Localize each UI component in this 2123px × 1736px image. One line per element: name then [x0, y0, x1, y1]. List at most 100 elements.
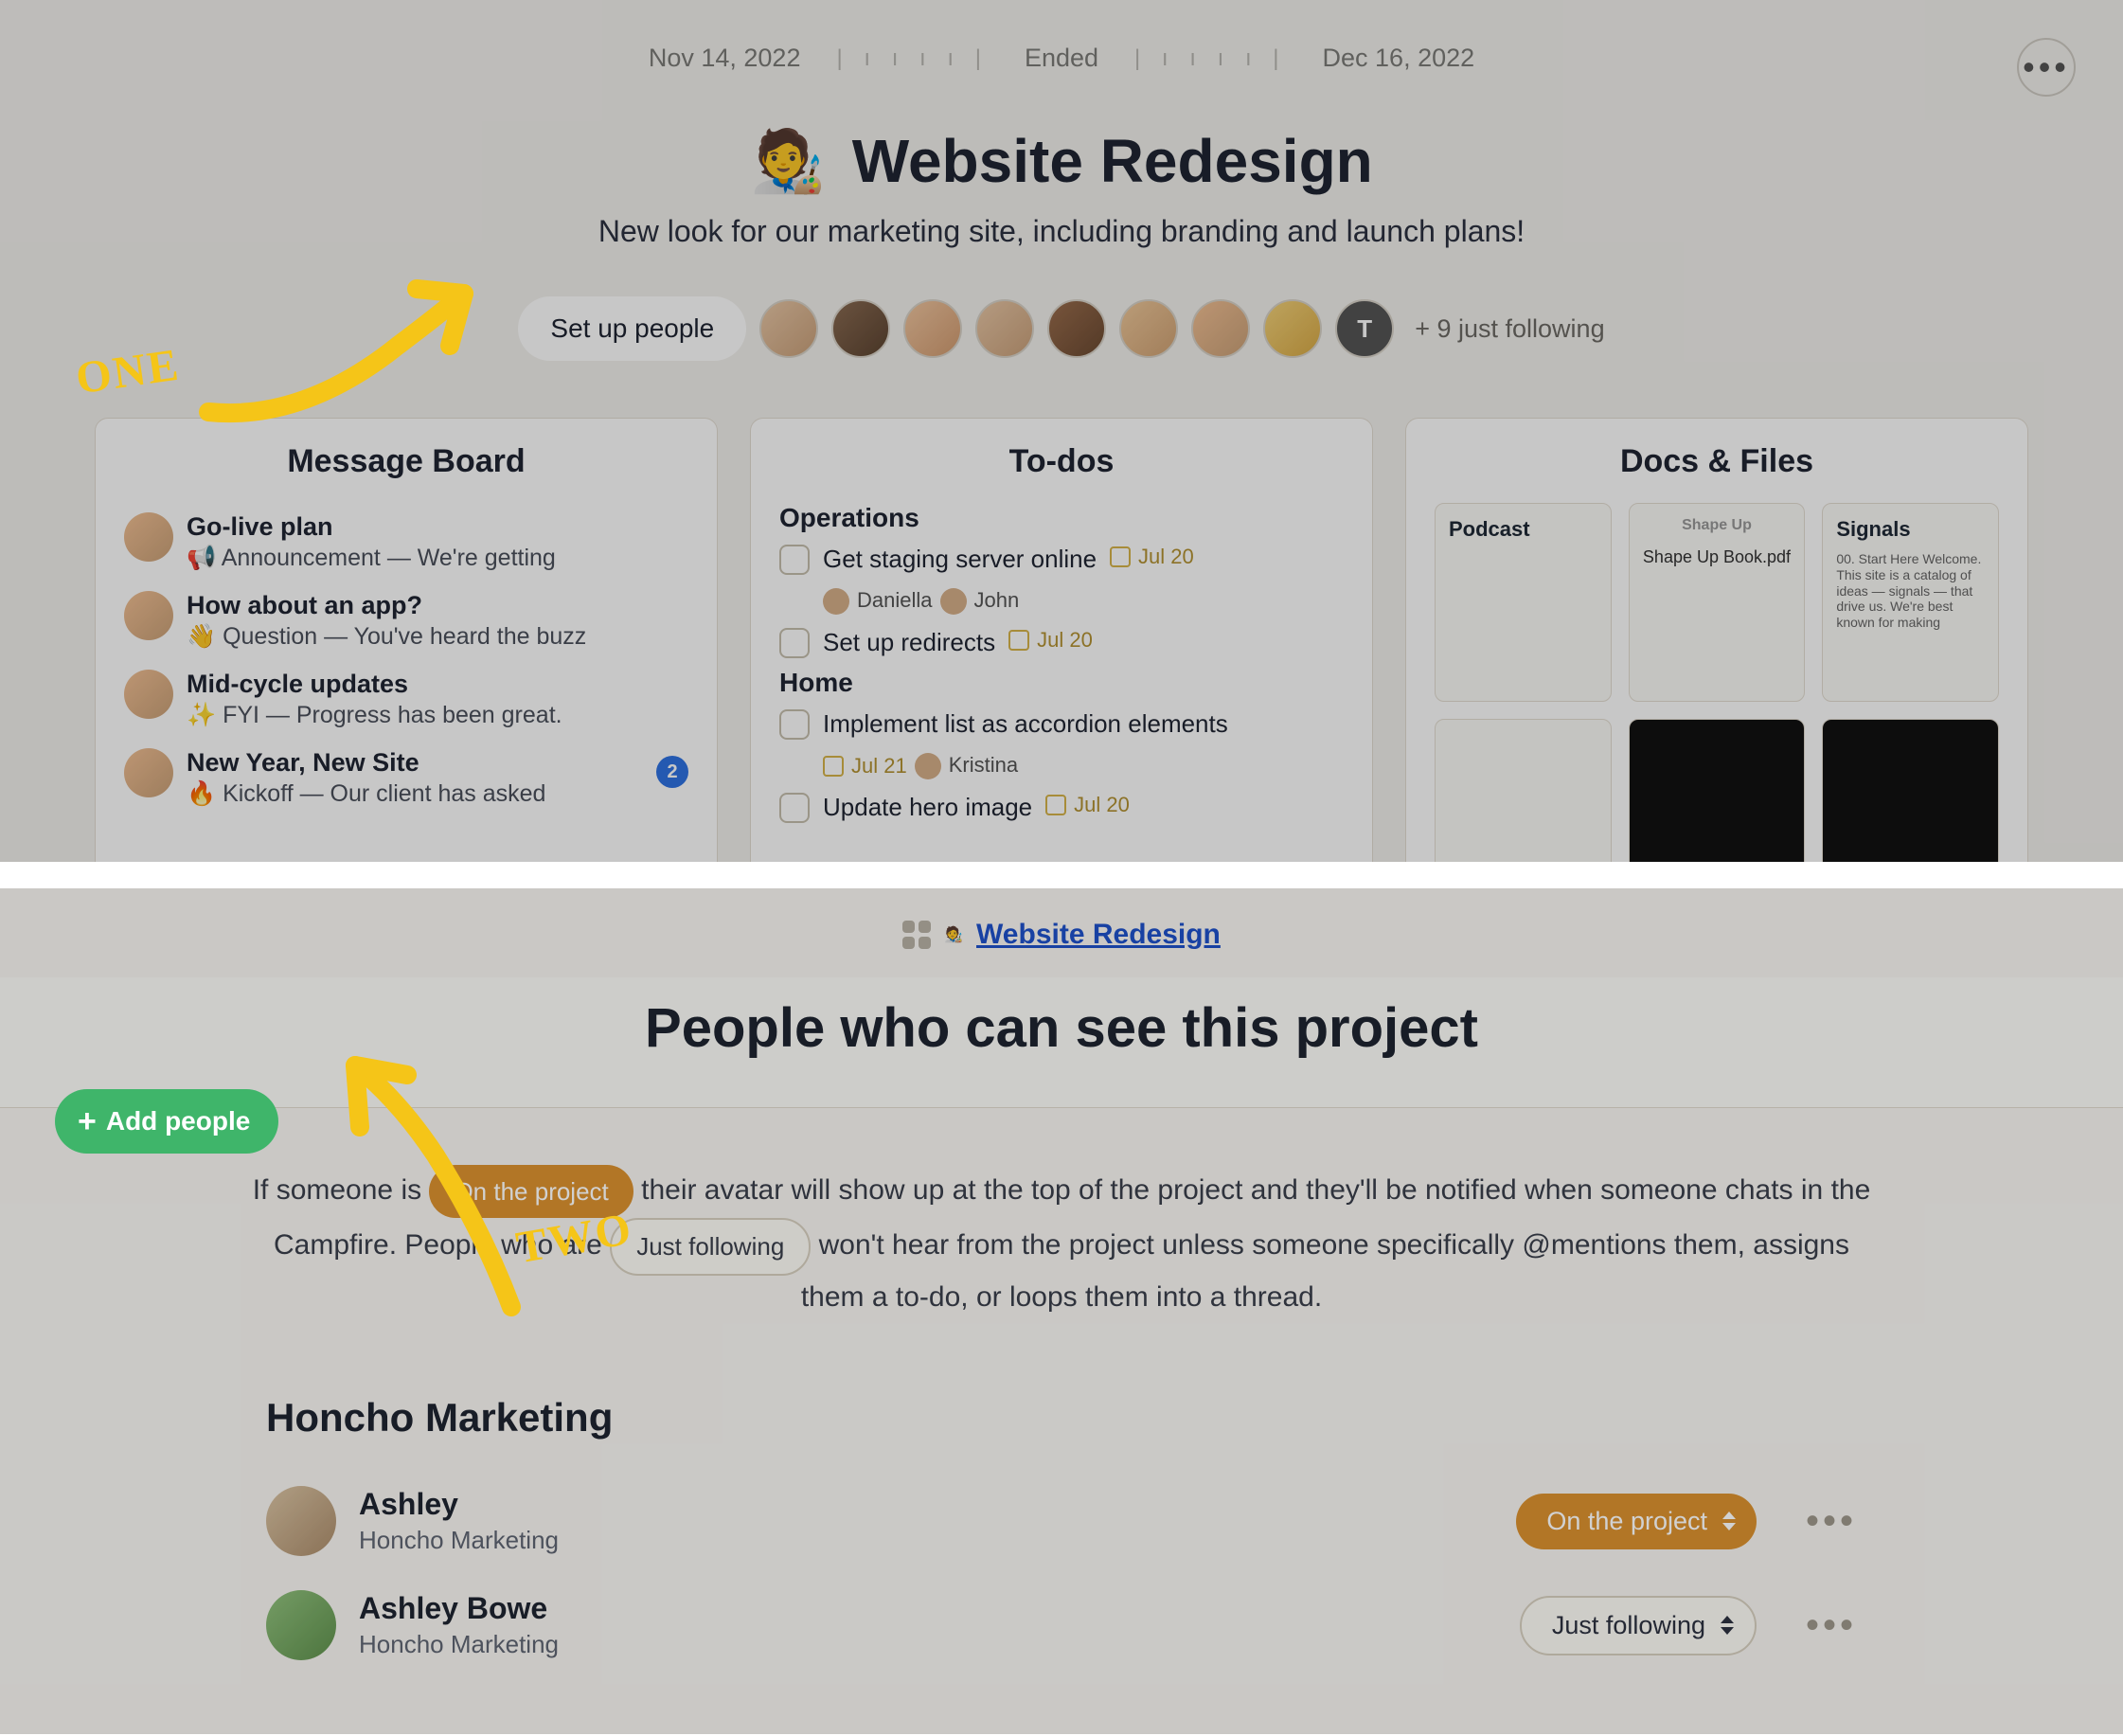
todo-label: Implement list as accordion elements [823, 709, 1228, 739]
doc-tile[interactable] [1435, 719, 1612, 862]
message-item[interactable]: How about an app? 👋 Question — You've he… [124, 582, 688, 660]
avatar [124, 670, 173, 719]
message-title: Go-live plan [187, 512, 556, 542]
avatar[interactable] [1263, 299, 1322, 358]
calendar-icon [1045, 795, 1066, 815]
doc-tile[interactable] [1629, 719, 1806, 862]
todos-title: To-dos [779, 443, 1344, 480]
message-title: Mid-cycle updates [187, 670, 562, 699]
breadcrumb: 🧑‍🎨 Website Redesign [0, 888, 2123, 977]
doc-title: Shape Up [1643, 517, 1792, 534]
todos-card[interactable]: To-dos Operations Get staging server onl… [750, 418, 1373, 862]
message-preview: ✨ FYI — Progress has been great. [187, 702, 562, 729]
doc-filename: Shape Up Book.pdf [1643, 547, 1792, 567]
project-people-row: Set up people T + 9 just following [0, 296, 2123, 361]
more-icon[interactable]: ••• [1806, 1604, 1857, 1647]
docs-files-card[interactable]: Docs & Files Podcast Shape Up Shape Up B… [1405, 418, 2028, 862]
message-preview: 🔥 Kickoff — Our client has asked [187, 780, 688, 808]
date-separator: | ı ı ı ı | [1134, 45, 1286, 72]
todo-due-date: Jul 21 [823, 753, 907, 779]
person-name: Ashley Bowe [359, 1591, 1497, 1626]
todo-item[interactable]: Implement list as accordion elements Jul… [779, 704, 1344, 787]
doc-tile[interactable]: Shape Up Shape Up Book.pdf [1629, 503, 1806, 702]
avatar [915, 753, 941, 779]
message-board-card[interactable]: Message Board Go-live plan 📢 Announcemen… [95, 418, 718, 862]
more-icon[interactable]: ••• [1806, 1500, 1857, 1543]
company-name: Honcho Marketing [266, 1395, 1857, 1441]
people-page-explainer: If someone is On the project their avata… [247, 1165, 1876, 1319]
company-section: Honcho Marketing Ashley Honcho Marketing… [247, 1395, 1876, 1677]
add-people-label: Add people [106, 1106, 250, 1136]
doc-tile[interactable] [1822, 719, 1999, 862]
more-options-button[interactable]: ••• [2017, 38, 2076, 97]
message-item[interactable]: New Year, New Site 🔥 Kickoff — Our clien… [124, 739, 688, 817]
doc-title: Signals [1836, 517, 1985, 542]
person-row: Ashley Bowe Honcho Marketing Just follow… [266, 1573, 1857, 1677]
project-overview-panel: Nov 14, 2022 | ı ı ı ı | Ended | ı ı ı ı… [0, 0, 2123, 862]
todo-label: Set up redirects [823, 628, 995, 657]
todo-group-title[interactable]: Home [779, 668, 1344, 698]
todo-item[interactable]: Set up redirects Jul 20 [779, 622, 1344, 660]
message-preview: 📢 Announcement — We're getting [187, 545, 556, 572]
person-company: Honcho Marketing [359, 1630, 1497, 1659]
follower-count: + 9 just following [1415, 314, 1604, 344]
add-people-button[interactable]: + Add people [55, 1089, 278, 1154]
checkbox-icon[interactable] [779, 628, 810, 658]
end-date: Dec 16, 2022 [1304, 38, 1494, 79]
avatar[interactable] [1047, 299, 1106, 358]
grid-icon[interactable] [902, 921, 931, 949]
people-page-title: People who can see this project [0, 977, 2123, 1107]
message-item[interactable]: Go-live plan 📢 Announcement — We're gett… [124, 503, 688, 582]
doc-title: Podcast [1449, 517, 1597, 542]
message-item[interactable]: Mid-cycle updates ✨ FYI — Progress has b… [124, 660, 688, 739]
avatar[interactable] [266, 1590, 336, 1660]
avatar[interactable] [1119, 299, 1178, 358]
todo-due-date: Jul 20 [1045, 793, 1130, 817]
todo-label: Get staging server online [823, 545, 1097, 574]
just-following-chip: Just following [610, 1218, 811, 1275]
avatar [124, 512, 173, 562]
todo-group-title[interactable]: Operations [779, 503, 1344, 533]
avatar[interactable] [1191, 299, 1250, 358]
todo-due-date: Jul 20 [1110, 545, 1194, 569]
avatar [124, 748, 173, 797]
message-board-title: Message Board [124, 443, 688, 480]
todo-assignees: Jul 21 Kristina [823, 753, 1344, 785]
person-company: Honcho Marketing [359, 1526, 1493, 1555]
unread-badge: 2 [656, 756, 688, 788]
calendar-icon [1008, 630, 1029, 651]
breadcrumb-project-link[interactable]: Website Redesign [976, 919, 1221, 951]
checkbox-icon[interactable] [779, 709, 810, 740]
todo-item[interactable]: Get staging server online Jul 20 Daniell… [779, 539, 1344, 622]
checkbox-icon[interactable] [779, 545, 810, 575]
avatar-overflow[interactable]: T [1335, 299, 1394, 358]
message-title: How about an app? [187, 591, 586, 620]
project-date-bar: Nov 14, 2022 | ı ı ı ı | Ended | ı ı ı ı… [0, 0, 2123, 79]
avatar [940, 588, 967, 615]
start-date: Nov 14, 2022 [630, 38, 820, 79]
todo-assignees: Daniella John [823, 588, 1344, 620]
role-select-button[interactable]: On the project [1516, 1494, 1757, 1549]
todo-label: Update hero image [823, 793, 1032, 822]
docs-title: Docs & Files [1435, 443, 1999, 480]
avatar[interactable] [903, 299, 962, 358]
doc-tile[interactable]: Signals 00. Start Here Welcome. This sit… [1822, 503, 1999, 702]
todo-item[interactable]: Update hero image Jul 20 [779, 787, 1344, 825]
person-row: Ashley Honcho Marketing On the project •… [266, 1469, 1857, 1573]
role-select-button[interactable]: Just following [1520, 1596, 1757, 1655]
doc-preview-text: 00. Start Here Welcome. This site is a c… [1836, 551, 1985, 631]
project-status: Ended [1006, 38, 1117, 79]
doc-tile[interactable]: Podcast [1435, 503, 1612, 702]
avatar [823, 588, 849, 615]
todo-due-date: Jul 20 [1008, 628, 1093, 653]
project-subtitle: New look for our marketing site, includi… [0, 214, 2123, 249]
project-title: 🧑‍🎨 Website Redesign [0, 126, 2123, 197]
checkbox-icon[interactable] [779, 793, 810, 823]
avatar[interactable] [759, 299, 818, 358]
project-people-panel: 🧑‍🎨 Website Redesign + Add people People… [0, 888, 2123, 1734]
avatar[interactable] [975, 299, 1034, 358]
avatar[interactable] [266, 1486, 336, 1556]
setup-people-button[interactable]: Set up people [518, 296, 746, 361]
message-preview: 👋 Question — You've heard the buzz [187, 623, 586, 651]
avatar[interactable] [831, 299, 890, 358]
